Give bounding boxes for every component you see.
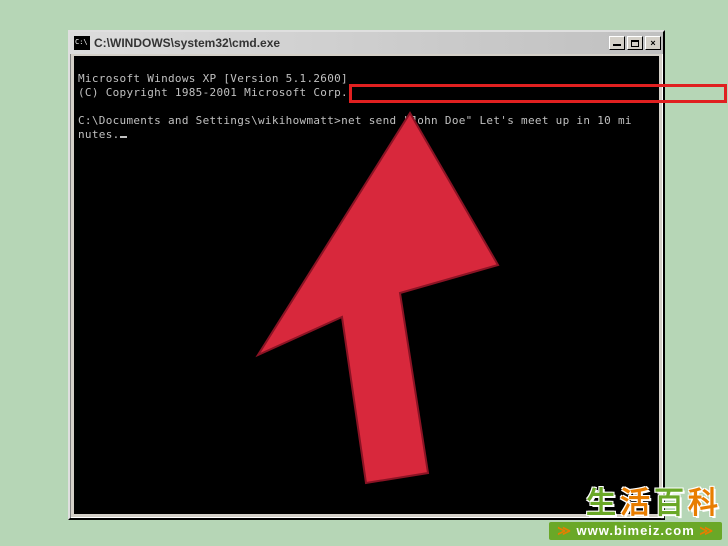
terminal-line: Microsoft Windows XP [Version 5.1.2600]: [78, 72, 655, 86]
terminal-command: net send "John Doe" Let's meet up in 10 …: [341, 114, 632, 127]
watermark-url: ≫ www.bimeiz.com ≫: [549, 522, 722, 540]
terminal-prompt: C:\Documents and Settings\wikihowmatt>: [78, 114, 341, 127]
minimize-button[interactable]: [609, 36, 625, 50]
terminal-line: (C) Copyright 1985-2001 Microsoft Corp.: [78, 86, 655, 100]
watermark: 生活百科 ≫ www.bimeiz.com ≫: [549, 478, 722, 540]
cmd-icon: [74, 36, 90, 50]
watermark-text: 生活百科: [549, 478, 722, 522]
window-buttons: ×: [609, 36, 661, 50]
close-button[interactable]: ×: [645, 36, 661, 50]
titlebar[interactable]: C:\WINDOWS\system32\cmd.exe ×: [70, 32, 663, 54]
cursor: [120, 136, 127, 138]
window-title: C:\WINDOWS\system32\cmd.exe: [94, 36, 609, 50]
cmd-window: C:\WINDOWS\system32\cmd.exe × Microsoft …: [68, 30, 665, 520]
terminal-area[interactable]: Microsoft Windows XP [Version 5.1.2600](…: [74, 56, 659, 514]
terminal-command-wrap: nutes.: [78, 128, 120, 141]
maximize-button[interactable]: [627, 36, 643, 50]
